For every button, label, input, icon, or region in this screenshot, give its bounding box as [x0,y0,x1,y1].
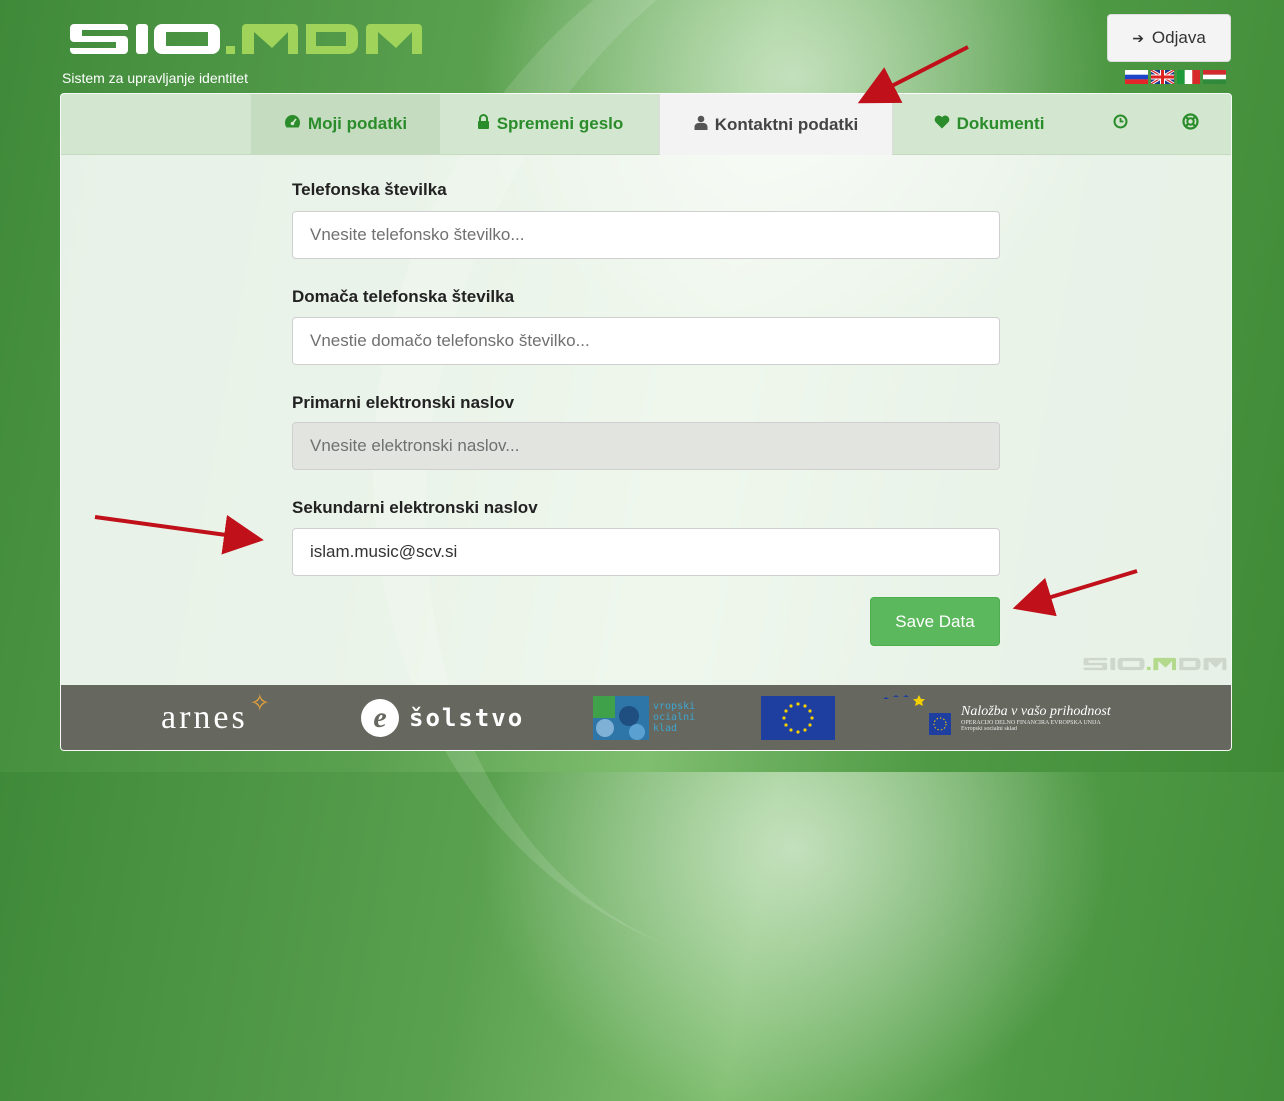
arrow-to-contact-tab [857,45,969,104]
arrow-to-save-button [1012,569,1138,617]
annotation-arrows [94,45,1138,617]
arrow-to-secondary-email [94,514,264,555]
